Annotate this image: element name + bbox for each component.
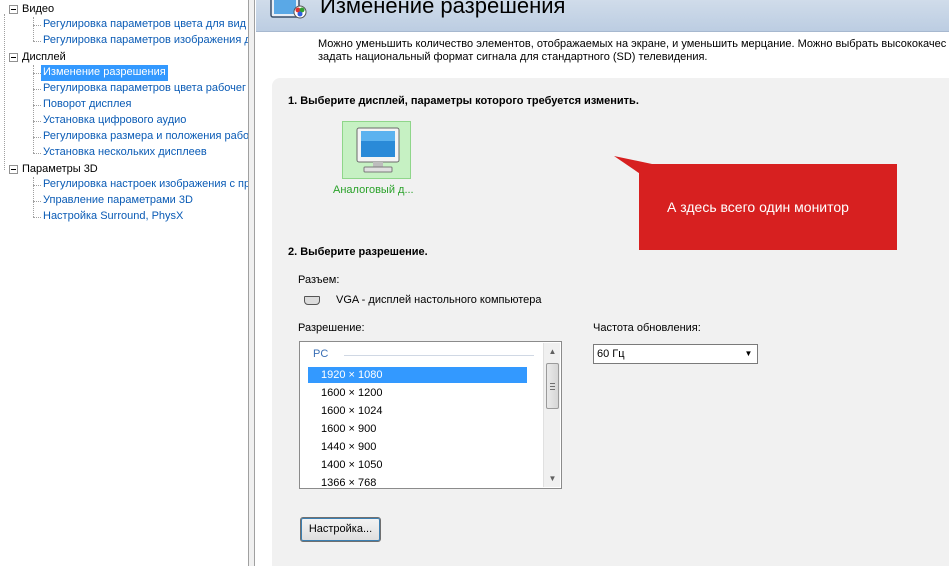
scroll-up-icon[interactable]: ▲ [544, 343, 561, 360]
group-separator [344, 355, 534, 356]
tree-item-multiple-displays[interactable]: Установка нескольких дисплеев [41, 145, 209, 161]
connector-value: VGA - дисплей настольного компьютера [336, 294, 542, 306]
description-line: задать национальный формат сигнала для с… [318, 51, 708, 63]
tree-connector [33, 89, 41, 90]
tree-connector [33, 73, 41, 74]
chevron-down-icon[interactable]: ▼ [740, 345, 757, 363]
resolution-item[interactable]: 1600 × 900 [308, 421, 527, 437]
page-description: Можно уменьшить количество элементов, от… [318, 38, 949, 64]
resolution-item[interactable]: 1600 × 1024 [308, 403, 527, 419]
refresh-rate-select[interactable]: 60 Гц ▼ [593, 344, 758, 364]
connector-label: Разъем: [298, 274, 340, 286]
description-line: Можно уменьшить количество элементов, от… [318, 38, 947, 50]
tree-line [4, 14, 5, 170]
tree-connector [33, 105, 41, 106]
collapse-icon[interactable] [9, 165, 18, 174]
resolution-item[interactable]: 1400 × 1050 [308, 457, 527, 473]
tree-connector [33, 185, 41, 186]
resolution-item[interactable]: 1600 × 1200 [308, 385, 527, 401]
page-header: Изменение разрешения [256, 0, 949, 32]
tree-group-label: Параметры 3D [22, 163, 98, 175]
tree-item-video-image[interactable]: Регулировка параметров изображения д [41, 33, 248, 49]
tree-connector [33, 41, 41, 42]
thumb-grip [550, 389, 555, 390]
tree-group-label: Дисплей [22, 51, 66, 63]
tree-item-desktop-color[interactable]: Регулировка параметров цвета рабочег [41, 81, 248, 97]
tree-item-image-settings[interactable]: Регулировка настроек изображения с пр [41, 177, 248, 193]
monitor-icon [356, 127, 400, 173]
resolution-group-header: PC [313, 348, 329, 360]
tree-item-digital-audio[interactable]: Установка цифрового аудио [41, 113, 188, 129]
tree-item-video-color[interactable]: Регулировка параметров цвета для вид [41, 17, 248, 33]
resolution-item[interactable]: 1440 × 900 [308, 439, 527, 455]
vga-connector-icon [304, 296, 320, 305]
tree-item-desktop-size[interactable]: Регулировка размера и положения рабо [41, 129, 248, 145]
collapse-icon[interactable] [9, 53, 18, 62]
vertical-scrollbar[interactable]: ▲ ▼ [543, 343, 560, 487]
customize-button[interactable]: Настройка... [300, 517, 381, 542]
step1-title: 1. Выберите дисплей, параметры которого … [288, 95, 639, 107]
collapse-icon[interactable] [9, 5, 18, 14]
tree-connector [33, 217, 41, 218]
tree-connector [33, 121, 41, 122]
pane-splitter[interactable] [248, 0, 255, 566]
tree-connector [33, 137, 41, 138]
resolution-item[interactable]: 1920 × 1080 [308, 367, 527, 383]
thumb-grip [550, 386, 555, 387]
page-title: Изменение разрешения [320, 0, 566, 18]
tree-connector [33, 201, 41, 202]
refresh-rate-value: 60 Гц [597, 348, 625, 360]
resolution-label: Разрешение: [298, 322, 365, 334]
scroll-down-icon[interactable]: ▼ [544, 470, 561, 487]
display-tile[interactable] [342, 121, 411, 179]
navigation-tree: Видео Регулировка параметров цвета для в… [0, 0, 248, 566]
refresh-rate-label: Частота обновления: [593, 322, 701, 334]
scroll-thumb[interactable] [546, 363, 559, 409]
annotation-text: А здесь всего один монитор [667, 199, 849, 215]
tree-item-rotate-display[interactable]: Поворот дисплея [41, 97, 133, 113]
step2-title: 2. Выберите разрешение. [288, 246, 428, 258]
resolution-list[interactable]: PC 1920 × 1080 1600 × 1200 1600 × 1024 1… [299, 341, 562, 489]
tree-line [33, 17, 34, 41]
thumb-grip [550, 383, 555, 384]
tree-line [33, 177, 34, 217]
display-settings-icon [270, 0, 307, 19]
tree-group-label: Видео [22, 3, 55, 15]
display-label: Аналоговый д... [333, 184, 414, 196]
tree-line [33, 65, 34, 153]
tree-connector [33, 153, 41, 154]
tree-item-manage-3d[interactable]: Управление параметрами 3D [41, 193, 195, 209]
tree-item-surround-physx[interactable]: Настройка Surround, PhysX [41, 209, 185, 225]
resolution-item[interactable]: 1366 × 768 [308, 475, 527, 488]
tree-item-change-resolution[interactable]: Изменение разрешения [41, 65, 168, 81]
tree-connector [33, 25, 41, 26]
